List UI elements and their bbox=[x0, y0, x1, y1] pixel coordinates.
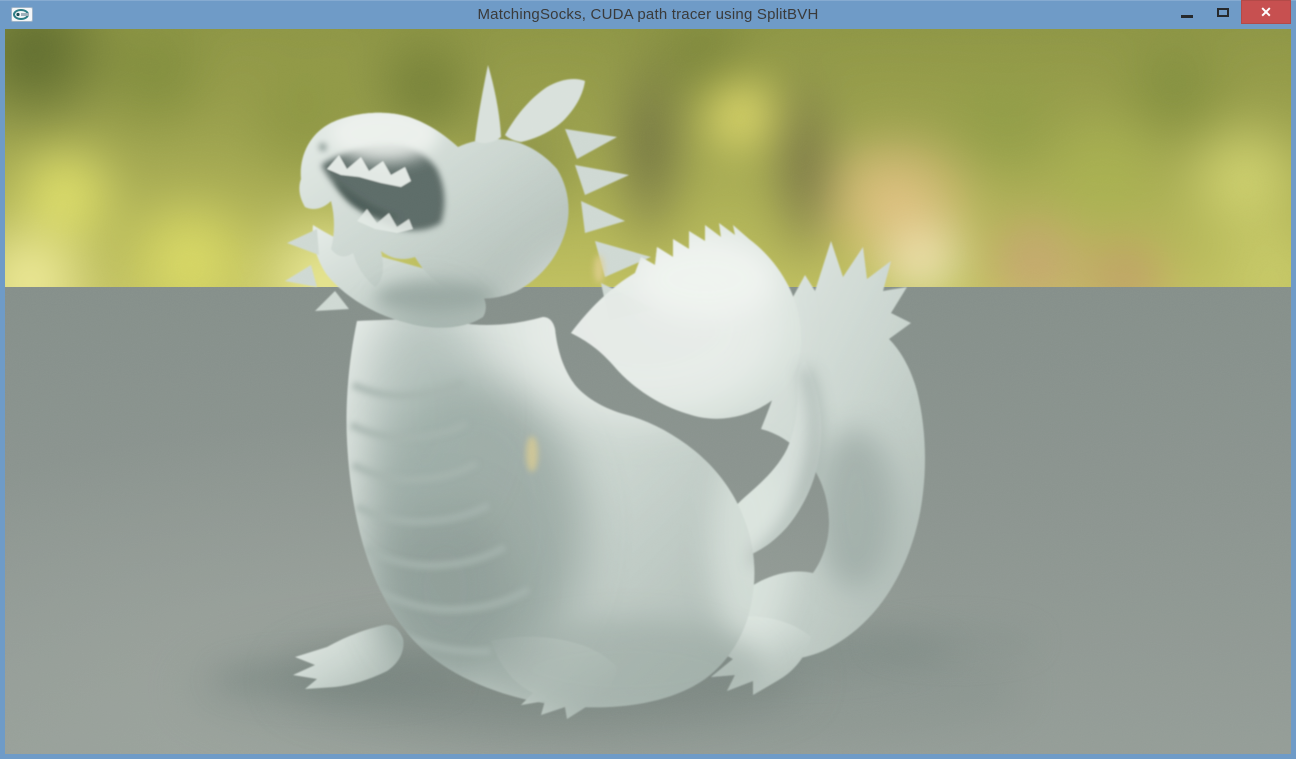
dragon-render bbox=[5, 29, 1291, 754]
minimize-button[interactable] bbox=[1169, 0, 1205, 24]
titlebar[interactable]: MatchingSocks, CUDA path tracer using Sp… bbox=[0, 0, 1296, 29]
window-title: MatchingSocks, CUDA path tracer using Sp… bbox=[477, 6, 819, 23]
minimize-icon bbox=[1181, 14, 1193, 18]
maximize-icon bbox=[1217, 7, 1229, 17]
maximize-button[interactable] bbox=[1205, 0, 1241, 24]
close-button[interactable]: ✕ bbox=[1241, 0, 1291, 24]
app-icon[interactable] bbox=[11, 7, 33, 22]
app-window: MatchingSocks, CUDA path tracer using Sp… bbox=[0, 0, 1296, 759]
window-controls: ✕ bbox=[1169, 0, 1291, 24]
render-noise bbox=[5, 29, 1291, 754]
render-viewport[interactable] bbox=[5, 29, 1291, 754]
close-icon: ✕ bbox=[1260, 3, 1272, 20]
